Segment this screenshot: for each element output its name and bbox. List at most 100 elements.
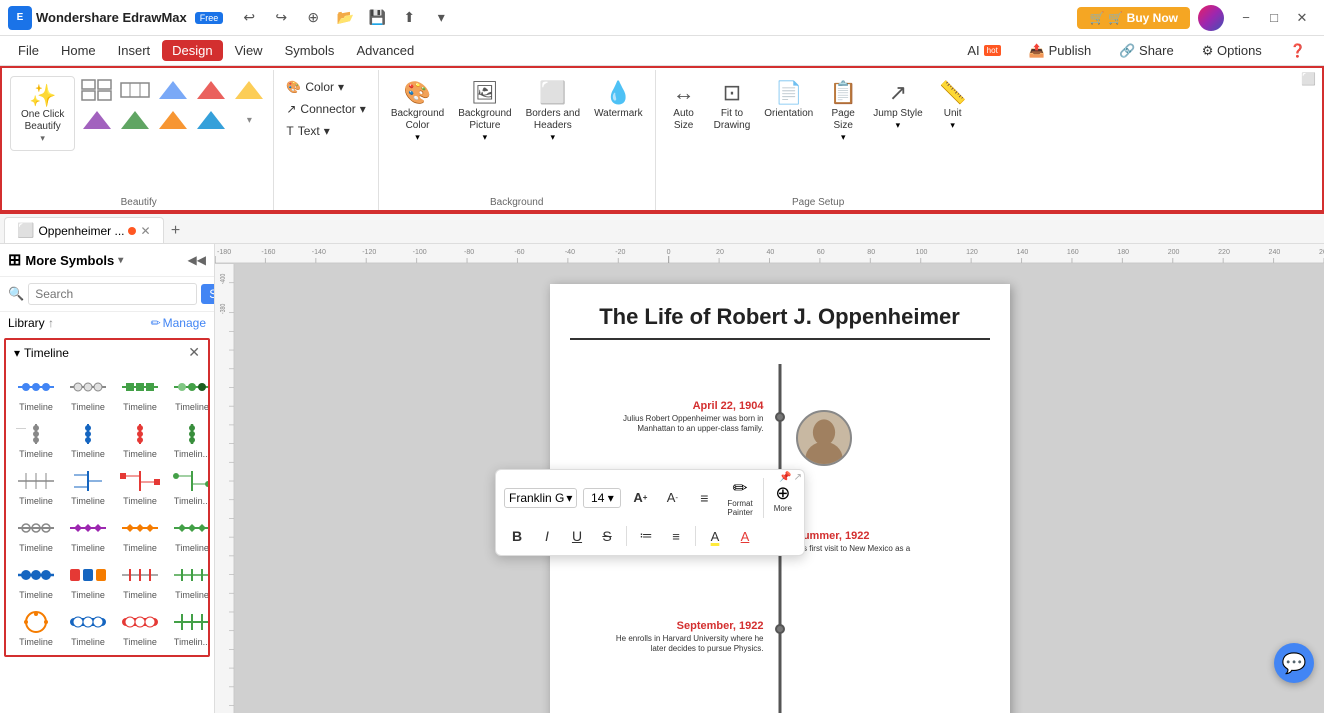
layout-style-7[interactable] [117, 106, 153, 134]
borders-headers-button[interactable]: ⬜ Borders andHeaders ▾ [520, 76, 586, 147]
more-button[interactable]: ⊕ More [770, 481, 796, 515]
add-tab-button[interactable]: + [164, 219, 188, 243]
layout-style-5[interactable] [231, 76, 267, 104]
open-button[interactable]: 📂 [331, 4, 359, 32]
timeline-symbol-9[interactable]: Timeline [12, 465, 60, 508]
timeline-symbol-20[interactable]: Timeline [168, 559, 208, 602]
layout-style-1[interactable] [79, 76, 115, 104]
highlight-button[interactable]: A [702, 523, 728, 549]
timeline-symbol-10[interactable]: Timeline [64, 465, 112, 508]
timeline-symbol-1[interactable]: Timeline [12, 371, 60, 414]
orientation-button[interactable]: 📄 Orientation [758, 76, 819, 124]
background-picture-button[interactable]: 🖼 BackgroundPicture ▾ [452, 76, 517, 147]
bold-button[interactable]: B [504, 523, 530, 549]
maximize-button[interactable]: □ [1260, 4, 1288, 32]
strikethrough-button[interactable]: S [594, 523, 620, 549]
save-button[interactable]: 💾 [363, 4, 391, 32]
help-button[interactable]: ❓ [1280, 40, 1316, 62]
font-size-selector[interactable]: 14 ▾ [583, 488, 621, 508]
menu-insert[interactable]: Insert [108, 40, 161, 61]
export-button[interactable]: ⬆ [395, 4, 423, 32]
font-shrink-button[interactable]: A- [659, 485, 685, 511]
text-align-button[interactable]: ≡ [691, 485, 717, 511]
search-button[interactable]: Search [201, 284, 215, 304]
menu-view[interactable]: View [225, 40, 273, 61]
timeline-symbol-19[interactable]: Timeline [116, 559, 164, 602]
jump-style-button[interactable]: ↗ Jump Style ▾ [867, 76, 928, 135]
chat-bubble-button[interactable]: 💬 [1274, 643, 1314, 683]
timeline-symbol-3[interactable]: Timeline [116, 371, 164, 414]
page-size-button[interactable]: 📋 PageSize ▾ [821, 76, 865, 147]
format-painter-button[interactable]: ✏ FormatPainter [723, 476, 756, 519]
ai-button[interactable]: AI hot [957, 40, 1010, 61]
timeline-symbol-21[interactable]: Timeline [12, 606, 60, 649]
timeline-symbol-8[interactable]: Timelin... [168, 418, 208, 461]
background-color-button[interactable]: 🎨 BackgroundColor ▾ [385, 76, 450, 147]
timeline-symbol-7[interactable]: Timeline [116, 418, 164, 461]
layout-style-3[interactable] [155, 76, 191, 104]
avatar[interactable] [1198, 5, 1224, 31]
timeline-symbol-14[interactable]: Timeline [64, 512, 112, 555]
manage-button[interactable]: ✏ Manage [151, 316, 206, 330]
timeline-symbol-5[interactable]: —— Timeline [12, 418, 60, 461]
layout-style-4[interactable] [193, 76, 229, 104]
tab-close-icon[interactable]: ✕ [140, 224, 150, 238]
unit-button[interactable]: 📏 Unit ▾ [931, 76, 975, 135]
publish-button[interactable]: 📤 Publish [1019, 40, 1101, 62]
timeline-symbol-16[interactable]: Timeline [168, 512, 208, 555]
timeline-symbol-2[interactable]: Timeline [64, 371, 112, 414]
timeline-symbol-15[interactable]: Timeline [116, 512, 164, 555]
timeline-symbol-12[interactable]: Timelin... [168, 465, 208, 508]
redo-button[interactable]: ↪ [267, 4, 295, 32]
layout-style-8[interactable] [155, 106, 191, 134]
timeline-symbol-23[interactable]: Timeline [116, 606, 164, 649]
timeline-expand-icon[interactable]: ▾ [14, 346, 20, 360]
ribbon-expand-icon[interactable]: ⬜ [1301, 72, 1316, 86]
font-grow-button[interactable]: A+ [627, 485, 653, 511]
timeline-symbol-11[interactable]: Timeline [116, 465, 164, 508]
timeline-symbol-13[interactable]: Timeline [12, 512, 60, 555]
options-button[interactable]: ⚙ Options [1192, 40, 1272, 62]
timeline-symbol-6[interactable]: Timeline [64, 418, 112, 461]
fit-to-drawing-button[interactable]: ⊡ Fit toDrawing [708, 76, 757, 136]
sidebar-collapse-button[interactable]: ◀◀ [188, 253, 206, 267]
timeline-close-button[interactable]: ✕ [188, 344, 200, 361]
search-input[interactable] [28, 283, 197, 305]
auto-size-button[interactable]: ↔ AutoSize [662, 76, 706, 136]
underline-button[interactable]: U [564, 523, 590, 549]
sidebar-dropdown-icon[interactable]: ▾ [118, 255, 123, 266]
share-button[interactable]: 🔗 Share [1109, 40, 1184, 62]
text-dropdown-button[interactable]: T Text ▾ [280, 122, 371, 140]
layout-style-6[interactable] [79, 106, 115, 134]
timeline-symbol-22[interactable]: Timeline [64, 606, 112, 649]
menu-file[interactable]: File [8, 40, 49, 61]
minimize-button[interactable]: − [1232, 4, 1260, 32]
timeline-symbol-18[interactable]: Timeline [64, 559, 112, 602]
font-color-button[interactable]: A [732, 523, 758, 549]
color-dropdown-button[interactable]: 🎨 Color ▾ [280, 78, 371, 96]
expand-arrow[interactable]: ▾ [231, 106, 267, 134]
menu-home[interactable]: Home [51, 40, 106, 61]
timeline-symbol-4[interactable]: Timeline [168, 371, 208, 414]
timeline-symbol-17[interactable]: Timeline [12, 559, 60, 602]
numbered-list-button[interactable]: ≔ [633, 523, 659, 549]
canvas-body[interactable]: The Life of Robert J. Oppenheimer April … [235, 264, 1324, 713]
close-button[interactable]: ✕ [1288, 4, 1316, 32]
bullet-list-button[interactable]: ≡ [663, 523, 689, 549]
document-tab[interactable]: ⬜ Oppenheimer ... ✕ [4, 217, 164, 243]
buy-now-button[interactable]: 🛒 🛒 Buy Now [1077, 7, 1190, 29]
one-click-beautify-button[interactable]: ✨ One ClickBeautify ▾ [10, 76, 75, 151]
new-tab-button[interactable]: ⊕ [299, 4, 327, 32]
menu-symbols[interactable]: Symbols [275, 40, 345, 61]
toolbar-pin-icon[interactable]: 📌 [779, 472, 791, 483]
layout-style-2[interactable] [117, 76, 153, 104]
connector-dropdown-button[interactable]: ↗ Connector ▾ [280, 100, 371, 118]
watermark-button[interactable]: 💧 Watermark [588, 76, 649, 124]
undo-button[interactable]: ↩ [235, 4, 263, 32]
italic-button[interactable]: I [534, 523, 560, 549]
font-selector[interactable]: Franklin G ▾ [504, 488, 577, 508]
layout-style-9[interactable] [193, 106, 229, 134]
menu-design[interactable]: Design [162, 40, 222, 61]
menu-advanced[interactable]: Advanced [346, 40, 424, 61]
more-button[interactable]: ▾ [427, 4, 455, 32]
